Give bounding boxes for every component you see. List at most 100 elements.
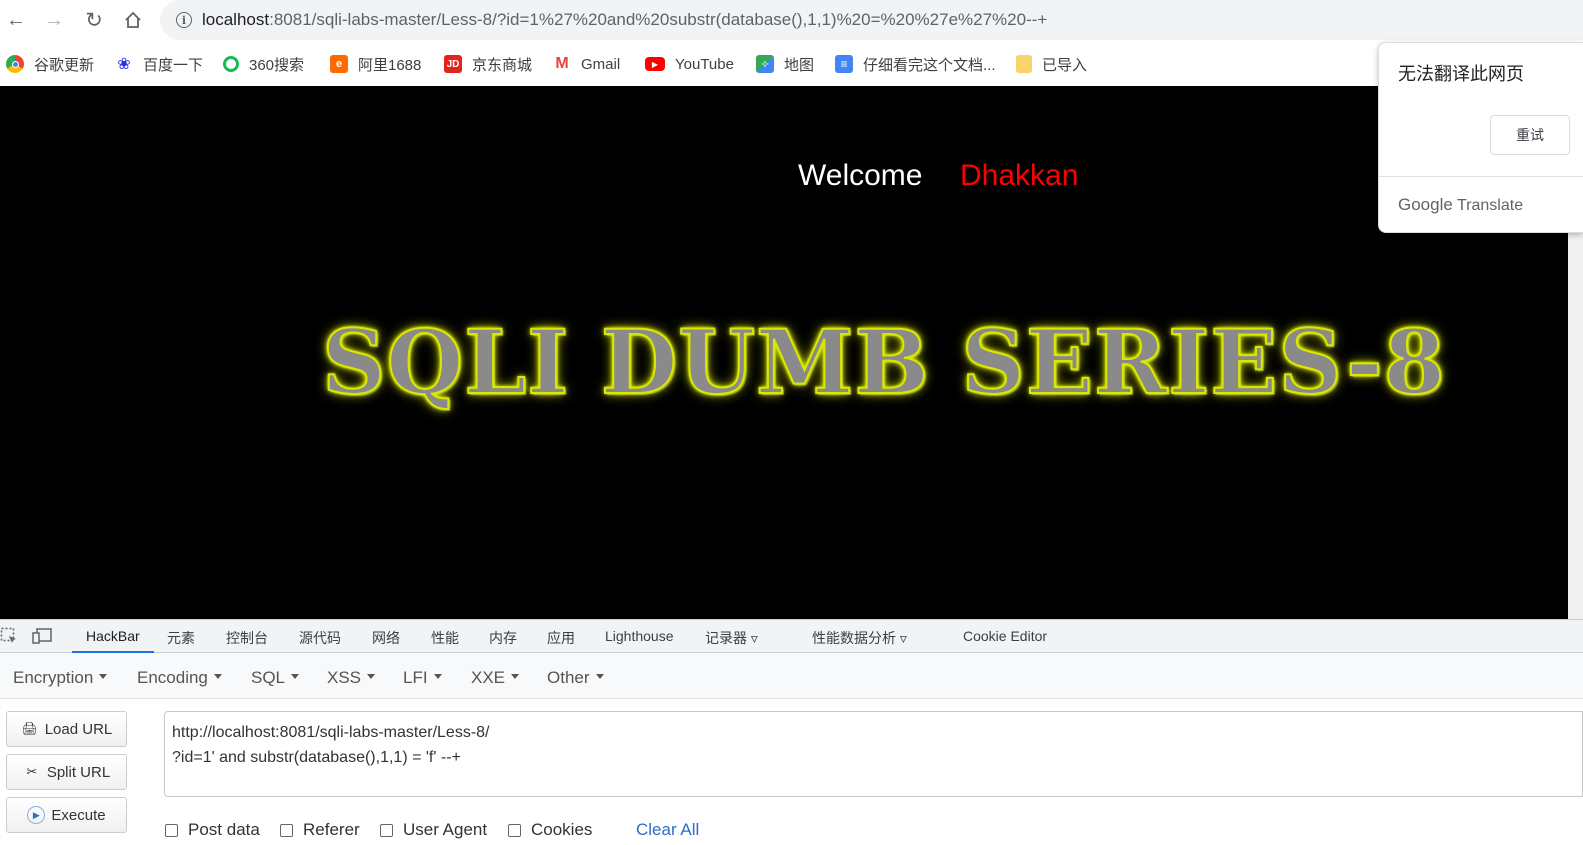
checkbox-box[interactable] — [508, 823, 521, 837]
bookmark-item[interactable]: ❀ 百度一下 — [115, 54, 203, 74]
address-bar[interactable]: i localhost:8081/sqli-labs-master/Less-8… — [160, 0, 1583, 40]
bookmark-item[interactable]: 360搜索 — [223, 54, 304, 74]
tab-console[interactable]: 控制台 — [226, 628, 268, 648]
tab-performance-insights-label: 性能数据分析 — [812, 630, 896, 646]
button-label: Load URL — [44, 720, 113, 738]
caret-down-icon — [511, 674, 520, 680]
checkbox-box[interactable] — [280, 823, 293, 837]
hackbar-body: 🖨 Load URL ✂ Split URL ▶ Execute http://… — [0, 699, 1583, 845]
bookmark-label: 仔细看完这个文档... — [863, 56, 996, 74]
menu-label: Encryption — [13, 668, 94, 687]
google-wordmark: Google — [1398, 195, 1453, 214]
checkbox-box[interactable] — [165, 823, 178, 837]
referer-checkbox[interactable]: Referer — [280, 820, 360, 840]
bookmark-label: Gmail — [581, 55, 621, 73]
bookmark-label: 谷歌更新 — [34, 56, 95, 74]
retry-button[interactable]: 重试 — [1490, 115, 1570, 155]
menu-xss[interactable]: XSS — [327, 668, 376, 688]
menu-encoding[interactable]: Encoding — [137, 668, 222, 688]
inspect-element-icon[interactable] — [0, 627, 18, 648]
translate-popup: 无法翻译此网页 重试 Google Translate — [1378, 42, 1583, 233]
gmail-icon: M — [555, 55, 569, 72]
tab-performance-insights[interactable]: 性能数据分析 ▿ — [812, 628, 907, 648]
bookmark-item[interactable]: ✧ 地图 — [756, 54, 814, 74]
tab-recorder[interactable]: 记录器 ▿ — [705, 628, 758, 648]
back-icon[interactable]: ← — [2, 6, 30, 34]
bookmark-item[interactable]: ≡ 仔细看完这个文档... — [835, 54, 996, 74]
tab-elements[interactable]: 元素 — [167, 628, 195, 648]
chrome-icon — [6, 55, 24, 73]
tab-cookie-editor[interactable]: Cookie Editor — [963, 628, 1047, 644]
jd-icon: JD — [444, 55, 462, 73]
menu-label: SQL — [251, 668, 286, 687]
button-label: Split URL — [46, 763, 111, 781]
sqli-banner-image: SQLI DUMB SERIES-8 — [321, 309, 1446, 415]
menu-label: LFI — [403, 668, 428, 687]
device-toolbar-icon[interactable] — [32, 627, 52, 648]
bookmarks-bar: 谷歌更新 ❀ 百度一下 360搜索 e 阿里1688 JD 京东商城 M Gma… — [0, 42, 1583, 86]
menu-other[interactable]: Other — [547, 668, 604, 688]
maps-icon: ✧ — [756, 55, 774, 73]
tab-application[interactable]: 应用 — [547, 628, 575, 648]
divider — [1379, 176, 1583, 177]
youtube-icon: ▶ — [645, 57, 665, 71]
tab-memory[interactable]: 内存 — [489, 628, 517, 648]
tab-hackbar[interactable]: HackBar — [86, 628, 140, 644]
bookmark-label: YouTube — [675, 55, 734, 73]
caret-down-icon — [367, 674, 376, 680]
site-info-icon[interactable]: i — [176, 12, 192, 28]
menu-label: XSS — [327, 668, 362, 687]
checkbox-label: Post data — [188, 820, 260, 839]
menu-encryption[interactable]: Encryption — [13, 668, 108, 688]
google-translate-logo: Google Translate — [1398, 195, 1523, 215]
user-name: Dhakkan — [960, 159, 1079, 192]
360-search-icon — [223, 56, 239, 72]
address-url[interactable]: localhost:8081/sqli-labs-master/Less-8/?… — [202, 10, 1047, 30]
checkbox-box[interactable] — [380, 823, 393, 837]
menu-lfi[interactable]: LFI — [403, 668, 442, 688]
browser-toolbar: ← → ↻ i localhost:8081/sqli-labs-master/… — [0, 0, 1583, 42]
tab-sources[interactable]: 源代码 — [299, 628, 341, 648]
forward-icon[interactable]: → — [40, 6, 68, 34]
bookmark-item[interactable]: e 阿里1688 — [330, 54, 421, 74]
bookmark-item[interactable]: ▶ YouTube — [645, 54, 734, 74]
menu-label: Encoding — [137, 668, 208, 687]
url-textarea[interactable]: http://localhost:8081/sqli-labs-master/L… — [164, 711, 1583, 797]
devtools-tabbar: HackBar 元素 控制台 源代码 网络 性能 内存 应用 Lighthous… — [0, 619, 1583, 653]
address-host: localhost — [202, 10, 270, 29]
tab-recorder-label: 记录器 — [705, 630, 747, 646]
menu-label: XXE — [471, 668, 506, 687]
load-url-button[interactable]: 🖨 Load URL — [6, 711, 127, 747]
bookmark-folder[interactable]: 已导入 — [1016, 54, 1087, 74]
docs-icon: ≡ — [835, 55, 853, 73]
user-agent-checkbox[interactable]: User Agent — [380, 820, 487, 840]
welcome-text: Welcome — [798, 159, 923, 192]
cookies-checkbox[interactable]: Cookies — [508, 820, 592, 840]
url-line-2: ?id=1' and substr(database(),1,1) = 'f' … — [172, 749, 461, 766]
execute-button[interactable]: ▶ Execute — [6, 797, 127, 833]
home-icon[interactable] — [119, 6, 147, 34]
address-path: :8081/sqli-labs-master/Less-8/?id=1%27%2… — [269, 10, 1048, 29]
checkbox-label: Cookies — [531, 820, 593, 839]
folder-icon — [1016, 55, 1032, 73]
hackbar-menu: Encryption Encoding SQL XSS LFI XXE Othe… — [0, 653, 1583, 699]
menu-xxe[interactable]: XXE — [471, 668, 520, 688]
clear-all-link[interactable]: Clear All — [636, 820, 699, 840]
caret-down-icon — [291, 674, 300, 680]
tab-network[interactable]: 网络 — [372, 628, 400, 648]
tab-performance[interactable]: 性能 — [431, 628, 459, 648]
bookmark-item[interactable]: M Gmail — [553, 54, 620, 74]
menu-sql[interactable]: SQL — [251, 668, 300, 688]
url-line-1: http://localhost:8081/sqli-labs-master/L… — [172, 724, 490, 741]
bookmark-item[interactable]: 谷歌更新 — [6, 54, 94, 74]
translate-wordmark: Translate — [1456, 197, 1524, 214]
translate-error-title: 无法翻译此网页 — [1398, 64, 1524, 84]
reload-icon[interactable]: ↻ — [80, 6, 108, 34]
bookmark-item[interactable]: JD 京东商城 — [444, 54, 532, 74]
menu-label: Other — [547, 668, 590, 687]
split-url-button[interactable]: ✂ Split URL — [6, 754, 127, 790]
post-data-checkbox[interactable]: Post data — [165, 820, 260, 840]
bookmark-label: 已导入 — [1042, 56, 1088, 74]
tab-lighthouse[interactable]: Lighthouse — [605, 628, 674, 644]
caret-down-icon — [433, 674, 442, 680]
